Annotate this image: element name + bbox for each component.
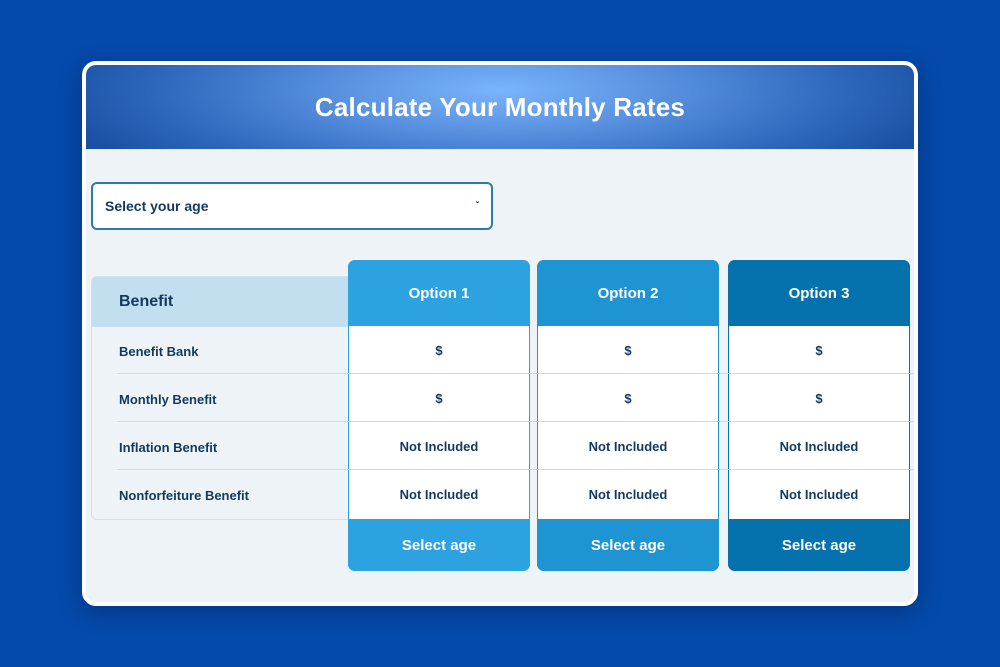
row-divider [117, 373, 914, 374]
option-2-header: Option 2 [537, 260, 719, 326]
row-divider [117, 421, 914, 422]
chevron-down-icon: ˇ [475, 200, 479, 212]
page-title: Calculate Your Monthly Rates [314, 91, 686, 122]
option-1-column: Option 1 $ $ Not Included Not Included S… [348, 260, 530, 571]
age-select-dropdown[interactable]: Select your age ˇ [91, 182, 493, 230]
option-1-monthly-benefit: $ [435, 390, 443, 406]
benefit-row-label: Benefit Bank [119, 343, 199, 359]
rate-calculator-card: Calculate Your Monthly Rates Select your… [82, 61, 918, 606]
option-2-column: Option 2 $ $ Not Included Not Included S… [537, 260, 719, 571]
calculator-header: Calculate Your Monthly Rates [86, 65, 914, 149]
option-3-inflation-benefit: Not Included [779, 438, 859, 454]
option-1-benefit-bank: $ [435, 342, 443, 358]
option-3-header: Option 3 [728, 260, 910, 326]
option-2-benefit-bank: $ [624, 342, 632, 358]
row-divider [117, 469, 914, 470]
option-2-nonforfeiture-benefit: Not Included [588, 486, 668, 502]
option-3-benefit-bank: $ [815, 342, 823, 358]
option-1-select-age-button[interactable]: Select age [348, 519, 530, 571]
option-3-select-age-button[interactable]: Select age [728, 519, 910, 571]
benefit-column-header: Benefit [92, 277, 370, 327]
benefit-row-label: Monthly Benefit [119, 391, 217, 407]
option-1-inflation-benefit: Not Included [399, 438, 479, 454]
option-1-nonforfeiture-benefit: Not Included [399, 486, 479, 502]
benefit-labels-panel: Benefit Benefit Bank Monthly Benefit Inf… [91, 276, 371, 520]
option-2-select-age-button[interactable]: Select age [537, 519, 719, 571]
option-3-monthly-benefit: $ [815, 390, 823, 406]
option-2-monthly-benefit: $ [624, 390, 632, 406]
benefit-row-label: Nonforfeiture Benefit [119, 487, 249, 503]
benefit-row-label: Inflation Benefit [119, 439, 218, 455]
age-select-value: Select your age [105, 198, 209, 214]
option-3-nonforfeiture-benefit: Not Included [779, 486, 859, 502]
option-2-inflation-benefit: Not Included [588, 438, 668, 454]
option-3-column: Option 3 $ $ Not Included Not Included S… [728, 260, 910, 571]
option-1-header: Option 1 [348, 260, 530, 326]
